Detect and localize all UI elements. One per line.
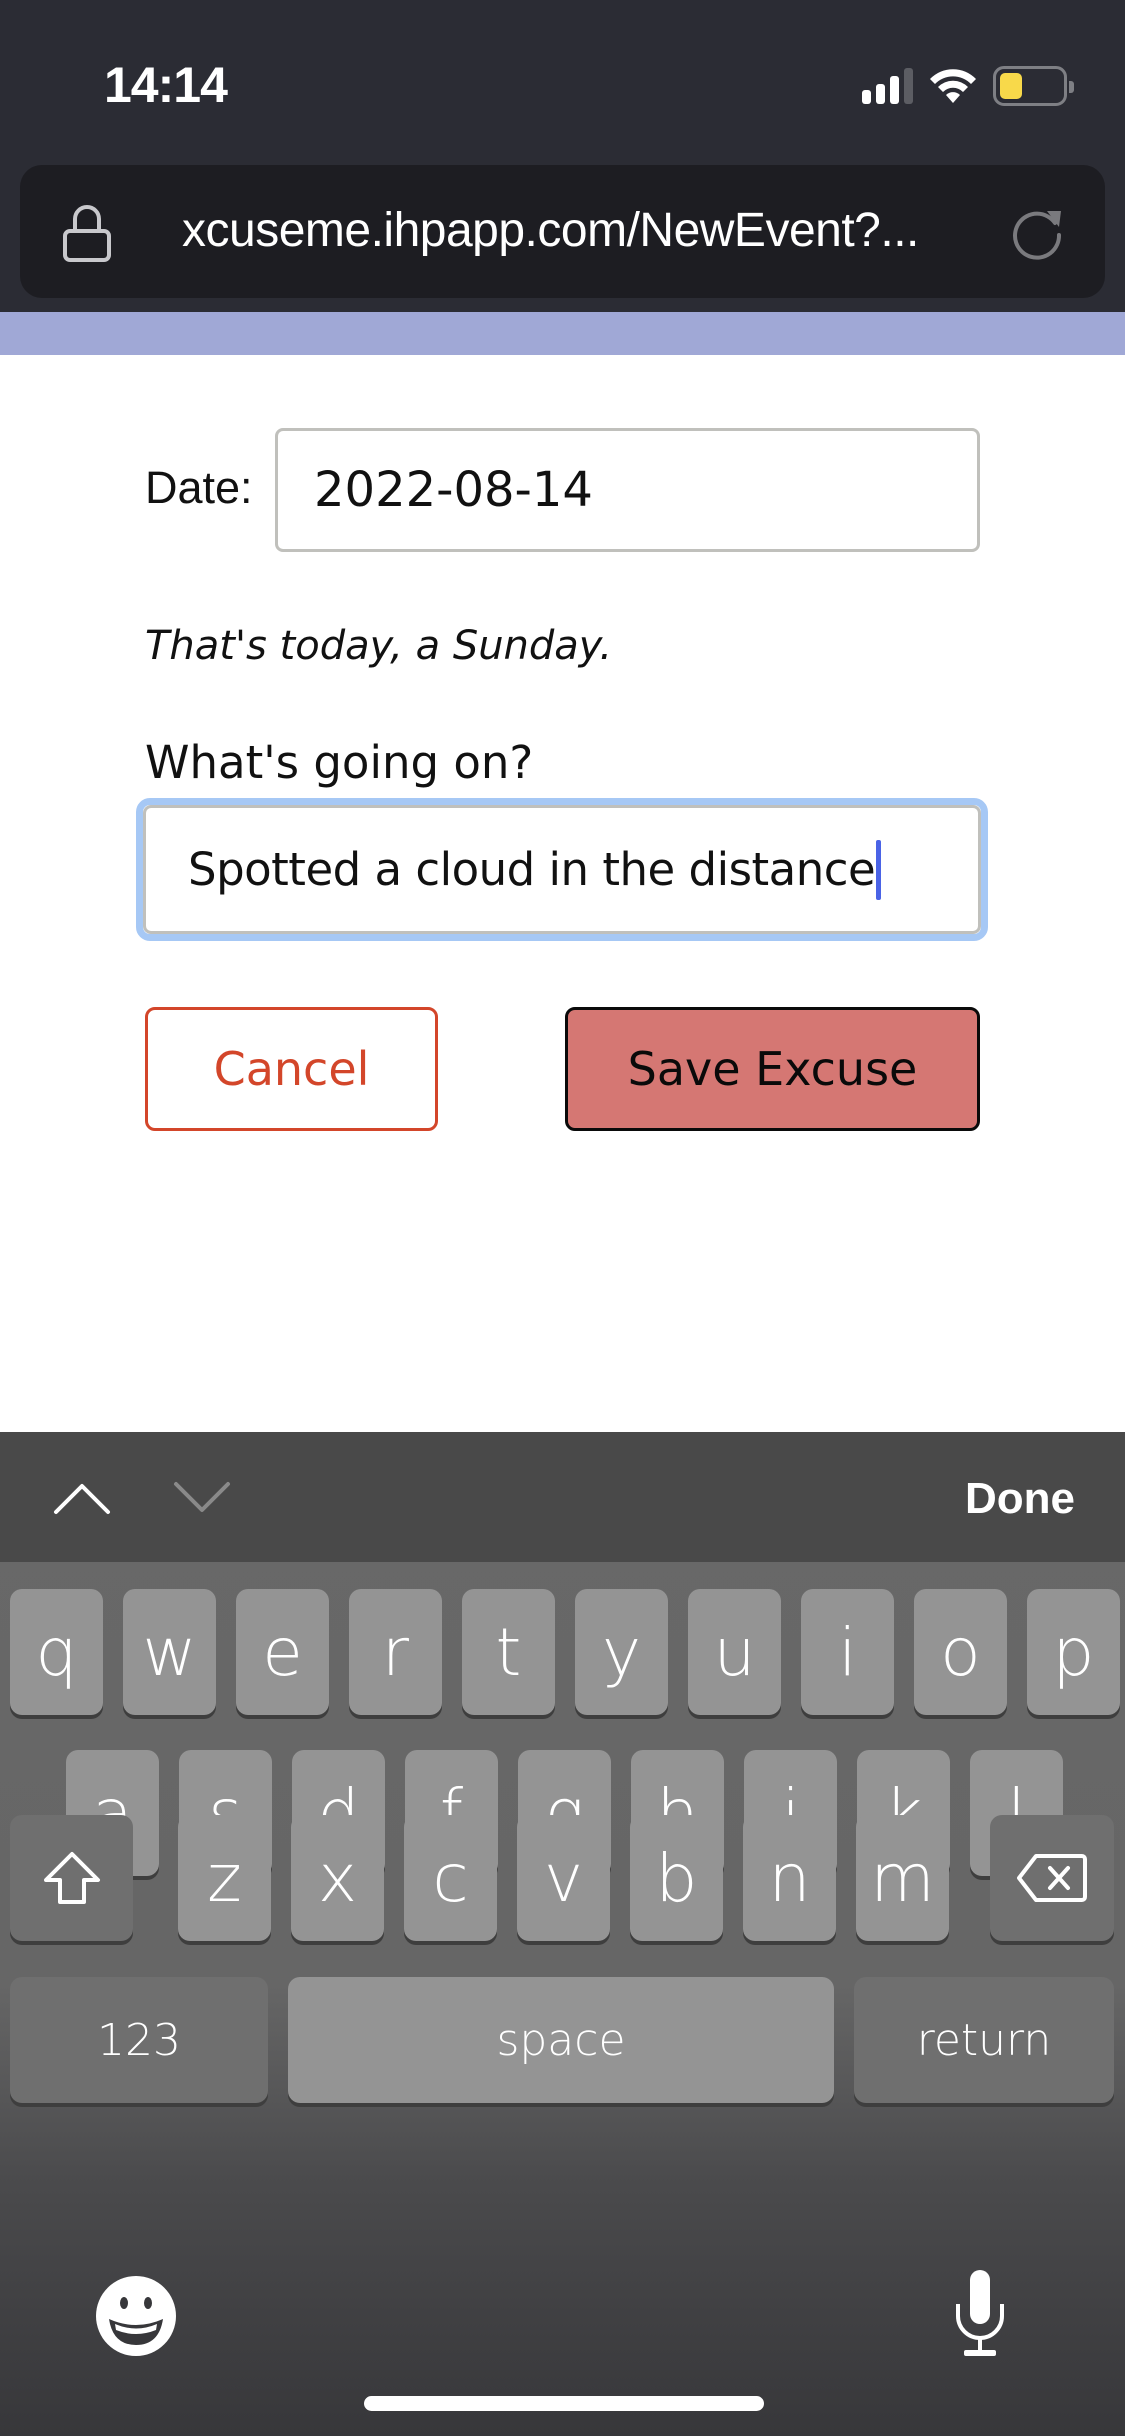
date-value: 2022-08-14 (314, 462, 593, 518)
battery-icon (993, 66, 1074, 106)
key-y[interactable]: y (575, 1589, 668, 1715)
date-label: Date: (145, 462, 253, 513)
key-w[interactable]: w (123, 1589, 216, 1715)
backspace-key[interactable] (990, 1815, 1114, 1941)
key-z[interactable]: z (178, 1815, 271, 1941)
app-header-strip (0, 312, 1125, 355)
cellular-signal-icon (862, 68, 913, 104)
key-b[interactable]: b (630, 1815, 723, 1941)
browser-chrome: 14:14 xcuseme.ihpapp.com/NewEvent?... (0, 0, 1125, 312)
home-indicator[interactable] (364, 2396, 764, 2411)
cancel-button[interactable]: Cancel (145, 1007, 438, 1131)
done-button[interactable]: Done (965, 1474, 1075, 1524)
key-x[interactable]: x (291, 1815, 384, 1941)
keyboard-accessory-bar: Done (0, 1432, 1125, 1562)
key-o[interactable]: o (914, 1589, 1007, 1715)
status-icons (862, 66, 1074, 106)
lock-icon (63, 205, 111, 262)
key-u[interactable]: u (688, 1589, 781, 1715)
shift-icon (43, 1852, 100, 1904)
chevron-down-icon[interactable] (172, 1480, 232, 1516)
numbers-key[interactable]: 123 (10, 1977, 268, 2103)
status-time: 14:14 (104, 57, 228, 113)
key-r[interactable]: r (349, 1589, 442, 1715)
space-key[interactable]: space (288, 1977, 834, 2103)
description-value: Spotted a cloud in the distance (188, 843, 876, 896)
key-i[interactable]: i (801, 1589, 894, 1715)
save-excuse-button[interactable]: Save Excuse (565, 1007, 980, 1131)
return-key[interactable]: return (854, 1977, 1114, 2103)
description-focus-ring: Spotted a cloud in the distance (136, 798, 988, 941)
backspace-icon (1017, 1854, 1087, 1902)
key-m[interactable]: m (856, 1815, 949, 1941)
emoji-icon[interactable] (95, 2275, 177, 2357)
microphone-icon[interactable] (950, 2268, 1010, 2358)
key-t[interactable]: t (462, 1589, 555, 1715)
key-c[interactable]: c (404, 1815, 497, 1941)
address-bar[interactable]: xcuseme.ihpapp.com/NewEvent?... (20, 165, 1105, 298)
key-v[interactable]: v (517, 1815, 610, 1941)
key-e[interactable]: e (236, 1589, 329, 1715)
chevron-up-icon[interactable] (52, 1480, 112, 1516)
date-note: That's today, a Sunday. (145, 623, 613, 669)
url-text[interactable]: xcuseme.ihpapp.com/NewEvent?... (182, 203, 919, 258)
key-q[interactable]: q (10, 1589, 103, 1715)
wifi-icon (930, 69, 976, 103)
description-input[interactable]: Spotted a cloud in the distance (143, 805, 981, 934)
description-label: What's going on? (145, 736, 534, 789)
key-n[interactable]: n (743, 1815, 836, 1941)
reload-icon[interactable] (1007, 201, 1067, 261)
text-caret (876, 839, 882, 900)
key-p[interactable]: p (1027, 1589, 1120, 1715)
date-input[interactable]: 2022-08-14 (275, 428, 980, 552)
shift-key[interactable] (10, 1815, 133, 1941)
